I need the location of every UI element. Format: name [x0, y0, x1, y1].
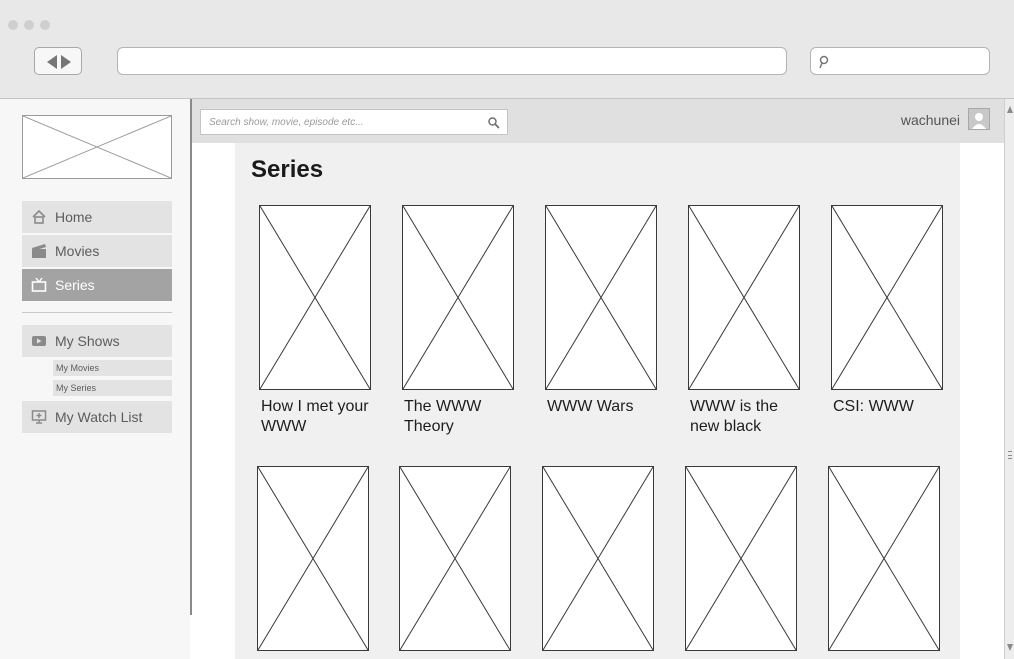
- sidebar-item-series[interactable]: Series: [22, 269, 172, 301]
- search-icon: [819, 55, 829, 69]
- series-title[interactable]: How I met your WWW: [261, 397, 381, 437]
- search-box: [200, 109, 508, 135]
- series-title[interactable]: WWW Wars: [547, 397, 667, 417]
- play-icon: [32, 336, 46, 346]
- forward-arrow-icon[interactable]: [61, 55, 71, 69]
- tv-icon: [31, 277, 47, 292]
- sidebar-divider: [22, 312, 172, 313]
- scroll-up-arrow-icon[interactable]: [1007, 106, 1013, 113]
- sidebar-item-my-shows[interactable]: My Shows: [22, 325, 172, 357]
- series-poster[interactable]: [542, 466, 654, 651]
- sidebar-item-label: Home: [55, 209, 93, 225]
- sidebar-item-label: Series: [55, 277, 95, 293]
- sidebar-item-home[interactable]: Home: [22, 201, 172, 233]
- series-poster[interactable]: [688, 205, 800, 390]
- browser-search-field[interactable]: [810, 47, 990, 75]
- sidebar-item-my-watch-list[interactable]: My Watch List: [22, 401, 172, 433]
- sidebar-item-label: My Watch List: [55, 409, 143, 425]
- sidebar-item-label: My Shows: [55, 333, 120, 349]
- sidebar-item-label: Movies: [55, 243, 100, 259]
- search-icon[interactable]: [487, 116, 501, 130]
- series-poster[interactable]: [831, 205, 943, 390]
- user-name[interactable]: wachunei: [901, 112, 960, 128]
- film-icon: [32, 244, 46, 258]
- scrollbar-grip-icon[interactable]: [1008, 451, 1012, 459]
- sidebar: Home Movies Series My Shows My Movies My…: [0, 99, 190, 659]
- home-icon: [32, 209, 46, 224]
- series-poster[interactable]: [828, 466, 940, 651]
- series-poster[interactable]: [402, 205, 514, 390]
- series-poster[interactable]: [685, 466, 797, 651]
- back-forward-buttons[interactable]: [34, 47, 82, 75]
- window-close-dot[interactable]: [8, 20, 18, 30]
- app-header: wachunei: [192, 99, 1004, 143]
- series-title[interactable]: WWW is the new black: [690, 397, 800, 437]
- vertical-scrollbar[interactable]: [1004, 99, 1014, 659]
- page-title: Series: [251, 156, 324, 183]
- search-input[interactable]: [201, 110, 481, 134]
- series-poster[interactable]: [257, 466, 369, 651]
- browser-chrome: [0, 0, 1014, 99]
- window-maximize-dot[interactable]: [40, 20, 50, 30]
- series-title[interactable]: The WWW Theory: [404, 397, 504, 437]
- back-arrow-icon[interactable]: [47, 55, 57, 69]
- sidebar-border: [190, 99, 192, 615]
- main-content: Series How I met your WWW The WWW Theory…: [235, 143, 960, 659]
- window-minimize-dot[interactable]: [24, 20, 34, 30]
- monitor-plus-icon: [31, 410, 47, 424]
- logo-placeholder: [22, 115, 172, 179]
- series-poster[interactable]: [545, 205, 657, 390]
- sidebar-item-movies[interactable]: Movies: [22, 235, 172, 267]
- scroll-down-arrow-icon[interactable]: [1007, 644, 1013, 651]
- series-poster[interactable]: [399, 466, 511, 651]
- sidebar-subitem-my-movies[interactable]: My Movies: [53, 360, 172, 376]
- series-title[interactable]: CSI: WWW: [833, 397, 953, 417]
- series-poster[interactable]: [259, 205, 371, 390]
- user-avatar-icon[interactable]: [968, 108, 990, 130]
- address-bar[interactable]: [117, 47, 787, 75]
- sidebar-subitem-my-series[interactable]: My Series: [53, 380, 172, 396]
